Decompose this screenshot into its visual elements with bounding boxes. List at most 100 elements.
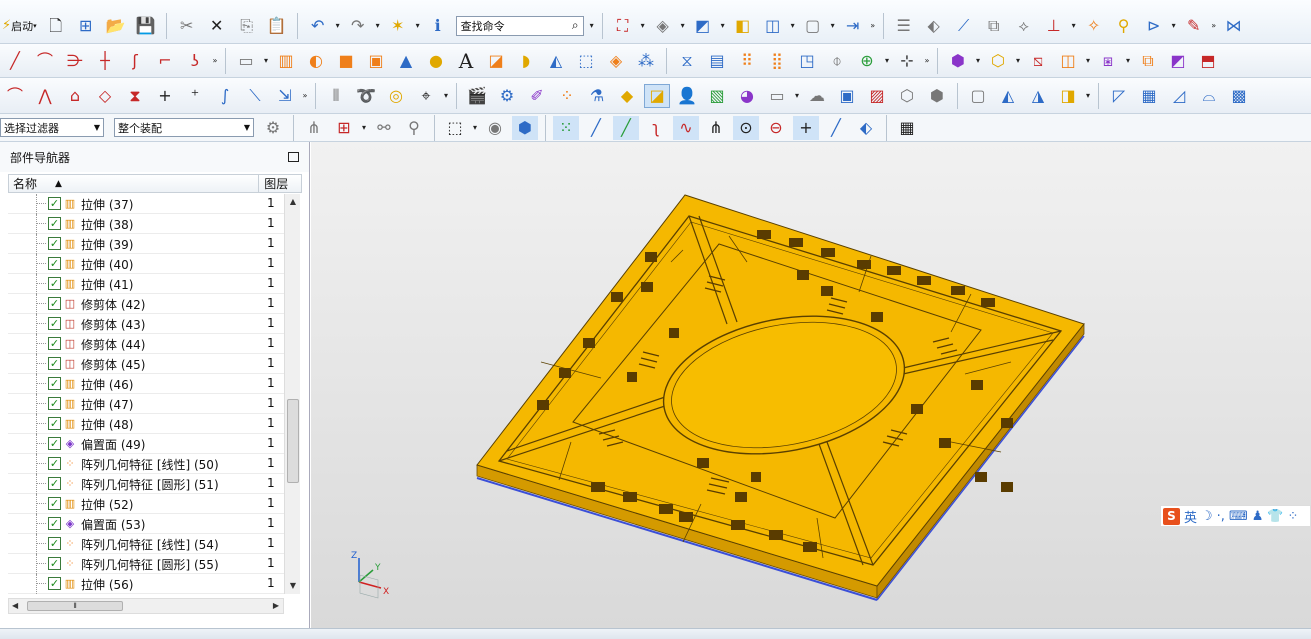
text-icon[interactable]: A — [453, 49, 479, 73]
scroll-down-icon[interactable]: ▼ — [285, 578, 301, 594]
layer-settings-icon[interactable]: ☰ — [891, 14, 917, 38]
ruled-icon[interactable]: ◿ — [1166, 84, 1192, 108]
image-icon[interactable]: 🎬 — [464, 84, 490, 108]
redo-icon[interactable]: ↷ — [345, 14, 371, 38]
quadrant-point-icon[interactable]: ⊖ — [763, 116, 789, 140]
revolve-icon[interactable]: ◐ — [303, 49, 329, 73]
measure-icon[interactable]: ⟋ — [951, 14, 977, 38]
intersection-point-icon[interactable]: ∿ — [673, 115, 699, 140]
cross-icon[interactable]: + — [152, 84, 178, 108]
table-row[interactable]: ✓ ▥ 拉伸 (41) 1 — [8, 274, 284, 294]
frame-icon[interactable]: ▢ — [965, 84, 991, 108]
chamfer-icon[interactable]: ◭ — [543, 49, 569, 73]
pattern-icon[interactable]: ⁂ — [633, 49, 659, 73]
scroll-left-icon[interactable]: ◀ — [12, 599, 18, 613]
surface-icon[interactable]: ◸ — [1106, 84, 1132, 108]
user-icon[interactable]: ♟ — [1252, 509, 1264, 524]
dropdown-arrow-icon[interactable]: ▾ — [973, 49, 983, 73]
material-icon[interactable]: ⚗ — [584, 84, 610, 108]
block-icon[interactable]: ■ — [333, 49, 359, 73]
dropdown-arrow-icon[interactable]: ▾ — [1069, 14, 1079, 38]
dropdown-arrow-icon[interactable]: ▾ — [792, 84, 802, 108]
trim-body-tool-icon[interactable]: ◫ — [1055, 49, 1081, 73]
unite-icon[interactable]: ◪ — [483, 49, 509, 73]
fillet-icon[interactable]: ⌒ — [2, 84, 28, 108]
undo-icon[interactable]: ↶ — [305, 14, 331, 38]
table-row[interactable]: ✓ ▥ 拉伸 (52) 1 — [8, 494, 284, 514]
open-folder-icon[interactable]: 📂 — [103, 14, 129, 38]
dropdown-arrow-icon[interactable]: ▾ — [638, 14, 648, 38]
extra-tool-icon[interactable]: ⋈ — [1221, 14, 1247, 38]
shell-icon[interactable]: ⬚ — [573, 49, 599, 73]
dimension-icon[interactable]: ✎ — [1181, 14, 1207, 38]
start-menu-button[interactable]: ⚡ 启动 ▾ — [0, 18, 37, 34]
model-canvas[interactable]: Z Y X — [311, 142, 1311, 628]
move-to-layer-icon[interactable]: ⬖ — [921, 14, 947, 38]
table-row[interactable]: ✓ ◫ 修剪体 (42) 1 — [8, 294, 284, 314]
dropdown-arrow-icon[interactable]: ▾ — [1169, 14, 1179, 38]
sketch-icon[interactable]: ▭ — [233, 49, 259, 73]
arc-center-icon[interactable]: ⋔ — [703, 116, 729, 140]
table-row[interactable]: ✓ ⁘ 阵列几何特征 [线性] (50) 1 — [8, 454, 284, 474]
visibility-checkbox[interactable]: ✓ — [48, 257, 61, 270]
dropdown-arrow-icon[interactable]: ▾ — [1083, 84, 1093, 108]
thicken-icon[interactable]: ⌖ — [413, 84, 439, 108]
snap-toggle-icon[interactable]: ◉ — [482, 116, 508, 140]
keyboard-icon[interactable]: ⌨ — [1229, 509, 1248, 524]
maximize-icon[interactable] — [288, 152, 299, 162]
punctuation-icon[interactable]: ·, — [1217, 509, 1225, 524]
join-curve-icon[interactable]: ⟍ — [242, 84, 268, 108]
mid-point-icon[interactable]: ╱ — [613, 115, 639, 140]
table-row[interactable]: ✓ ◫ 修剪体 (45) 1 — [8, 354, 284, 374]
palette-icon[interactable]: ⁘ — [554, 84, 580, 108]
dropdown-arrow-icon[interactable]: ▾ — [373, 14, 383, 38]
control-point-icon[interactable]: ʅ — [643, 116, 669, 140]
polyline-icon[interactable]: ⋀ — [32, 84, 58, 108]
table-row[interactable]: ✓ ▥ 拉伸 (48) 1 — [8, 414, 284, 434]
project-curve-icon[interactable]: ◇ — [92, 84, 118, 108]
new-file-icon[interactable]: 🗋 — [43, 14, 69, 38]
visibility-checkbox[interactable]: ✓ — [48, 417, 61, 430]
column-name-header[interactable]: 名称 ▲ — [9, 175, 260, 192]
table-row[interactable]: ✓ ⁘ 阵列几何特征 [圆形] (55) 1 — [8, 554, 284, 574]
more-icon[interactable]: » — [210, 49, 220, 73]
repeat-command-icon[interactable]: ✶ — [385, 14, 411, 38]
dropdown-arrow-icon[interactable]: ▾ — [882, 49, 892, 73]
visibility-checkbox[interactable]: ✓ — [48, 397, 61, 410]
through-curves-icon[interactable]: ▦ — [1136, 84, 1162, 108]
constraint-icon[interactable]: ◨ — [1055, 84, 1081, 108]
table-row[interactable]: ✓ ▥ 拉伸 (46) 1 — [8, 374, 284, 394]
visibility-checkbox[interactable]: ✓ — [48, 557, 61, 570]
assembly-icon[interactable]: ◭ — [995, 84, 1021, 108]
column-layer-header[interactable]: 图层 — [259, 175, 301, 192]
visibility-checkbox[interactable]: ✓ — [48, 297, 61, 310]
vertical-scrollbar[interactable]: ▲ ▼ — [284, 194, 300, 594]
render-style-icon[interactable]: ◈ — [650, 14, 676, 38]
background-icon[interactable]: ▢ — [800, 14, 826, 38]
visibility-checkbox[interactable]: ✓ — [48, 497, 61, 510]
table-row[interactable]: ✓ ◫ 修剪体 (44) 1 — [8, 334, 284, 354]
work-layer-icon[interactable]: ⇥ — [840, 14, 866, 38]
table-row[interactable]: ✓ ▥ 拉伸 (38) 1 — [8, 214, 284, 234]
filter-settings-icon[interactable]: ⚙ — [260, 116, 286, 140]
corner-icon[interactable]: ⌐ — [152, 49, 178, 73]
moon-icon[interactable]: ☽ — [1201, 509, 1213, 524]
cloud-icon[interactable]: ☁ — [804, 84, 830, 108]
tools-icon[interactable]: ⁘ — [1288, 509, 1299, 524]
delete-icon[interactable]: ✕ — [204, 14, 230, 38]
ime-language-label[interactable]: 英 — [1184, 507, 1197, 526]
scroll-right-icon[interactable]: ▶ — [273, 599, 279, 613]
scene-icon[interactable]: ▧ — [704, 84, 730, 108]
existing-point-icon[interactable]: + — [793, 115, 819, 140]
visibility-checkbox[interactable]: ✓ — [48, 437, 61, 450]
dropdown-arrow-icon[interactable]: ▾ — [470, 116, 480, 140]
component-filter-icon[interactable]: ⚲ — [401, 116, 427, 140]
rectangle-select-icon[interactable]: ⬚ — [442, 116, 468, 140]
dropdown-arrow-icon[interactable]: ▾ — [1013, 49, 1023, 73]
end-point-icon[interactable]: ╱ — [583, 116, 609, 140]
offset-region-icon[interactable]: ◩ — [1165, 49, 1191, 73]
extrude-tool-icon[interactable]: ▥ — [273, 49, 299, 73]
table-row[interactable]: ✓ ◫ 修剪体 (43) 1 — [8, 314, 284, 334]
sphere-icon[interactable]: ● — [423, 49, 449, 73]
table-row[interactable]: ✓ ◈ 偏置面 (53) 1 — [8, 514, 284, 534]
